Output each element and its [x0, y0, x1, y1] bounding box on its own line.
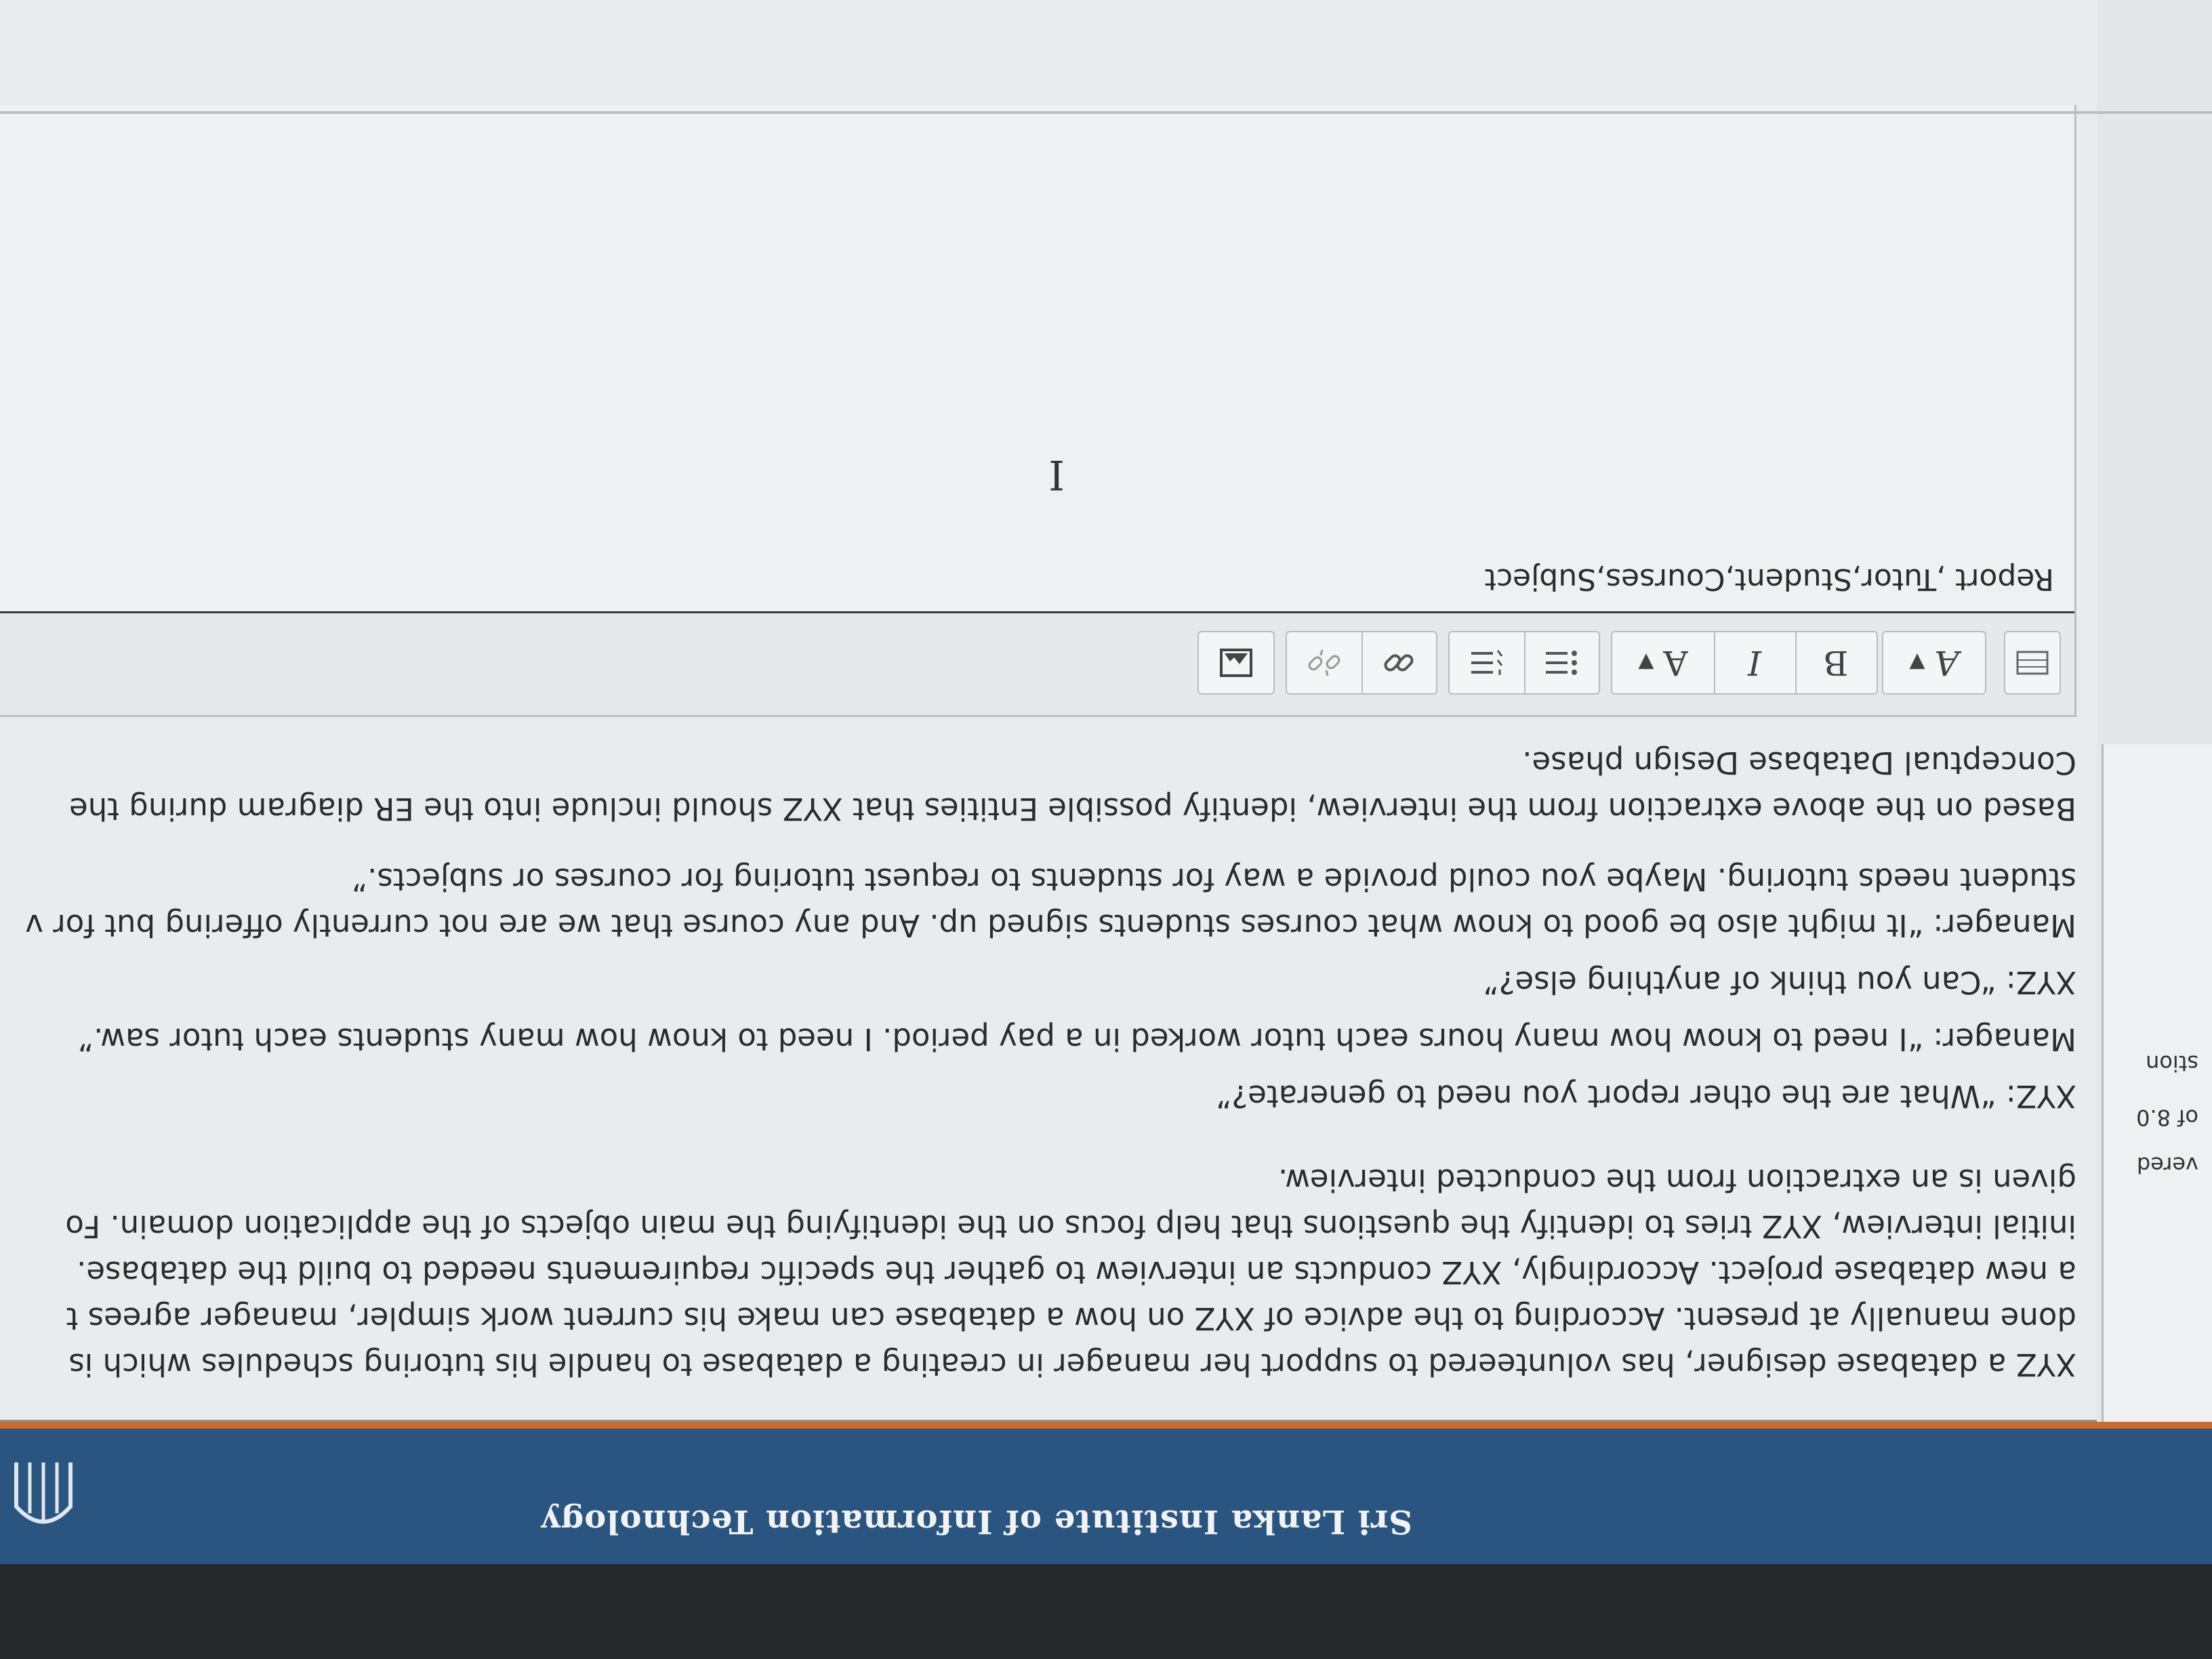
question-prompt: Based on the above extraction from the i…	[69, 791, 2076, 827]
question-line: XYZ a database designer, has volunteered…	[68, 1347, 2076, 1382]
question-line: a new database project. Accordingly, XYZ…	[77, 1254, 2076, 1290]
sidebar-label-question[interactable]: stion	[2146, 1050, 2198, 1076]
answer-editor: A ▼ B I A ▼ Report ,Tutor,Student,Course…	[0, 105, 2076, 717]
insert-image-button[interactable]	[1197, 631, 1275, 695]
unlink-icon	[1308, 649, 1340, 676]
dropdown-arrow-icon: ▼	[1638, 651, 1654, 675]
interview-manager-line: student needs tutoring. Maybe you could …	[351, 861, 2076, 897]
bullet-list-icon	[1546, 651, 1577, 675]
interview-xyz-line: XYZ: “Can you think of anything else?”	[1483, 964, 2076, 1000]
bullet-list-button[interactable]	[1523, 631, 1600, 695]
site-header: Sri Lanka Institute of Information Techn…	[0, 1422, 2212, 1564]
show-more-icon	[2016, 651, 2049, 675]
question-info-sidebar: vered of 8.0 stion	[2102, 744, 2212, 1422]
editor-toolbar: A ▼ B I A ▼	[0, 611, 2074, 715]
font-color-button[interactable]: A ▼	[1611, 631, 1715, 695]
numbered-list-button[interactable]	[1448, 631, 1525, 695]
sidebar-label-answered: vered	[2136, 1152, 2198, 1178]
question-line: done manually at present. According to t…	[66, 1300, 2076, 1336]
interview-xyz-line: XYZ: “What are the other report you need…	[1216, 1078, 2076, 1114]
insert-link-button[interactable]	[1360, 631, 1437, 695]
divider	[0, 111, 2212, 114]
question-line: initial interview, XYZ tries to identify…	[65, 1208, 2076, 1244]
question-prompt: Conceptual Database Design phase.	[1522, 745, 2076, 781]
institute-logo-icon[interactable]	[9, 1456, 77, 1544]
text-cursor-icon: I	[1048, 451, 1065, 498]
numbered-list-icon	[1471, 650, 1503, 675]
paragraph-style-button[interactable]: A ▼	[1882, 631, 1986, 695]
answer-text-area[interactable]: Report ,Tutor,Student,Courses,Subject	[35, 562, 2054, 596]
image-icon	[1220, 649, 1252, 677]
interview-manager-line: Manager: “I need to know how many hours …	[77, 1021, 2076, 1057]
question-text: XYZ a database designer, has volunteered…	[9, 727, 2076, 1386]
link-icon	[1384, 654, 1414, 672]
question-line: given is an extraction from the conducte…	[1278, 1162, 2076, 1198]
unlink-button[interactable]	[1286, 631, 1363, 695]
sidebar-label-marks: of 8.0	[2136, 1105, 2198, 1130]
dropdown-arrow-icon: ▼	[1909, 651, 1925, 675]
institute-name[interactable]: Sri Lanka Institute of Information Techn…	[104, 1502, 1412, 1540]
italic-button[interactable]: I	[1713, 631, 1797, 695]
interview-manager-line: Manager: “It might also be good to know …	[25, 907, 2076, 943]
bold-button[interactable]: B	[1794, 631, 1878, 695]
toolbar-toggle-button[interactable]	[2004, 631, 2061, 695]
browser-viewport: Sri Lanka Institute of Information Techn…	[0, 0, 2212, 1659]
